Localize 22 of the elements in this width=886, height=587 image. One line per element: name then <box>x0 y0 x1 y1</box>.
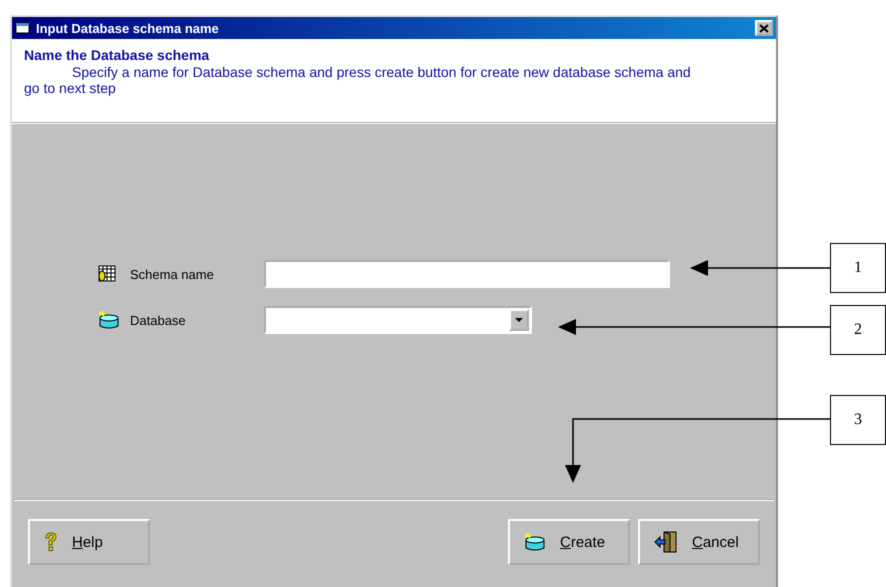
close-button[interactable] <box>755 20 773 36</box>
database-icon <box>524 532 546 552</box>
window-title: Input Database schema name <box>36 20 220 36</box>
callout-number: 3 <box>830 395 886 445</box>
callout-number: 1 <box>830 243 886 293</box>
close-icon <box>759 24 769 32</box>
header-description: Specify a name for Database schema and press create button for create new database schema and go to next step <box>24 64 692 96</box>
header-title: Name the Database schema <box>24 47 210 63</box>
dialog-button[interactable]: Create <box>508 519 630 565</box>
question-mark-icon <box>44 532 58 552</box>
dialog-button[interactable]: Help <box>28 519 150 565</box>
callout-number: 2 <box>830 305 886 355</box>
door-exit-icon <box>654 531 678 553</box>
field-label: Schema name <box>130 266 215 282</box>
caret-icon <box>515 318 523 322</box>
database-icon <box>98 310 120 330</box>
window-icon <box>15 21 31 35</box>
dialog-button[interactable]: Cancel <box>638 519 760 565</box>
field-label: Database <box>130 312 187 328</box>
grid-icon <box>98 265 116 283</box>
dropdown-button[interactable] <box>509 309 529 331</box>
schema-name-field[interactable] <box>264 260 670 288</box>
